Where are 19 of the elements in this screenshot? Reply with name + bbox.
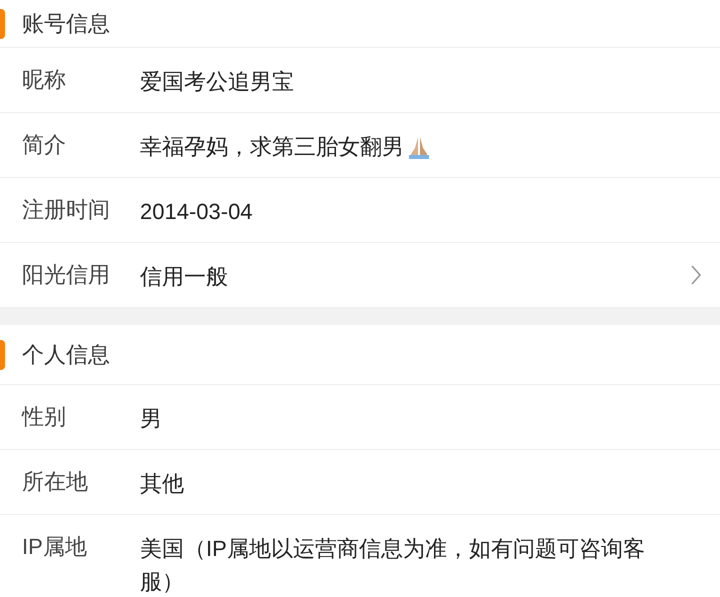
field-label: IP属地 xyxy=(22,533,88,561)
field-label: 阳光信用 xyxy=(22,261,111,289)
field-label: 简介 xyxy=(22,131,67,159)
section-title: 个人信息 xyxy=(22,341,110,369)
field-value: 幸福孕妈，求第三胎女翻男 xyxy=(140,133,404,161)
chevron-right-icon[interactable] xyxy=(690,264,702,286)
field-value: 其他 xyxy=(140,470,184,498)
field-value: 爱国考公追男宝 xyxy=(140,68,294,96)
field-value: 男 xyxy=(140,405,162,433)
field-label: 昵称 xyxy=(22,66,67,94)
field-value: 美国（IP属地以运营商信息为准，如有问题可咨询客服） xyxy=(140,535,646,596)
section-title: 账号信息 xyxy=(22,10,110,38)
section-marker xyxy=(0,340,5,370)
field-value: 2014-03-04 xyxy=(140,198,253,226)
field-label: 所在地 xyxy=(22,468,89,496)
field-value: 信用一般 xyxy=(140,263,228,291)
field-label: 性别 xyxy=(22,403,67,431)
section-marker xyxy=(0,8,5,38)
field-label: 注册时间 xyxy=(22,196,111,224)
